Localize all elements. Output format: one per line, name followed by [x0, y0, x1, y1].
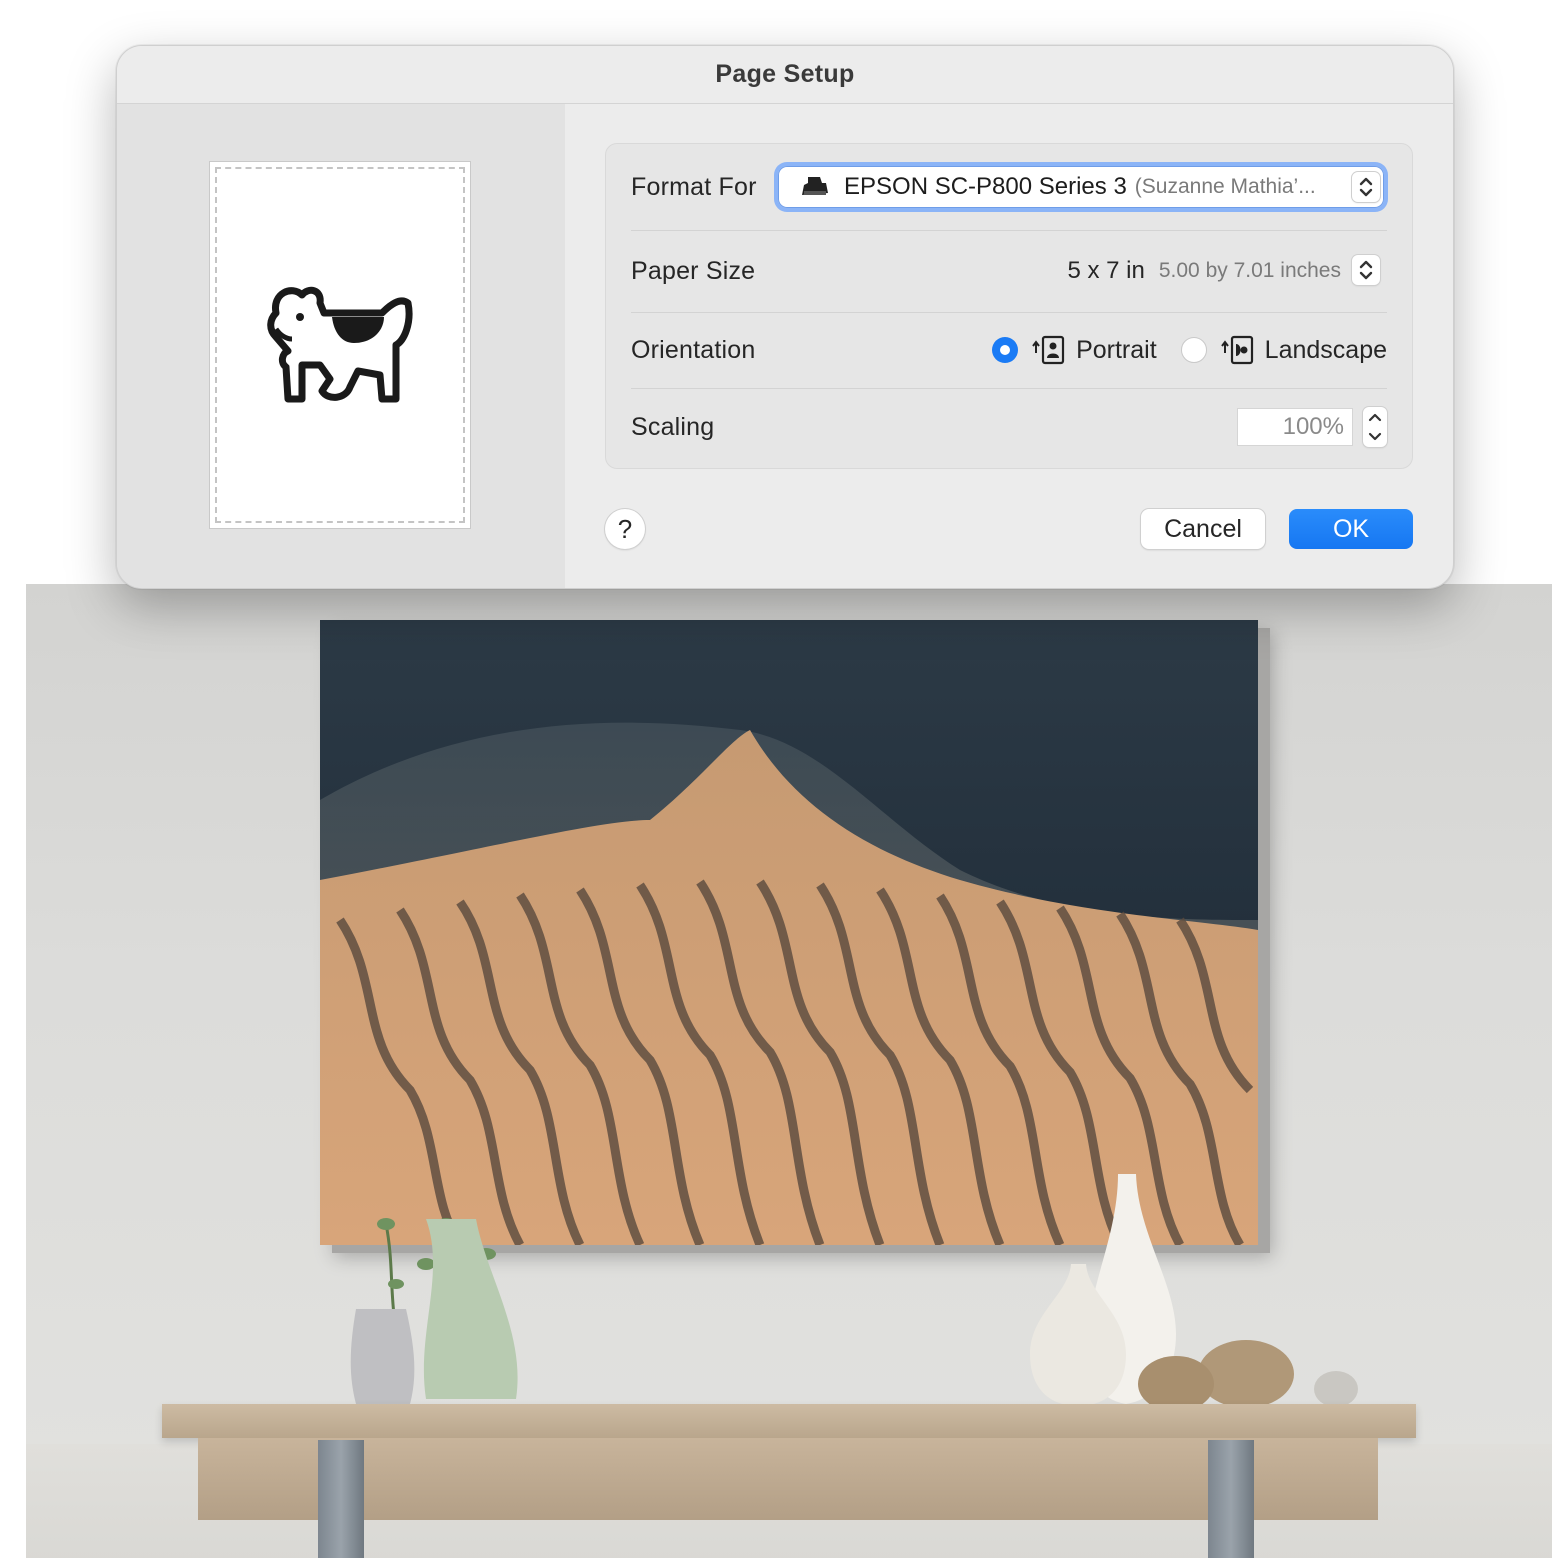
background-photo [26, 584, 1552, 1558]
portrait-orientation-icon [1032, 335, 1065, 365]
orientation-landscape-option[interactable]: Landscape [1180, 335, 1387, 365]
dialog-titlebar: Page Setup [117, 46, 1453, 104]
white-vases-baskets [1030, 1174, 1358, 1412]
page-setup-dialog: Page Setup Format For EPSON SC-P800 Seri… [116, 45, 1454, 589]
orientation-label: Orientation [631, 335, 756, 364]
dialog-title: Page Setup [715, 60, 855, 88]
portrait-label: Portrait [1076, 335, 1157, 364]
chevron-updown-icon [1359, 260, 1373, 280]
portrait-radio[interactable] [992, 337, 1019, 363]
paper-size-value: 5 x 7 in [1067, 257, 1145, 284]
orientation-portrait-option[interactable]: Portrait [992, 335, 1157, 365]
chevron-up-icon[interactable] [1368, 412, 1382, 422]
scaling-input[interactable]: 100% [1237, 408, 1353, 446]
printer-icon [802, 177, 828, 195]
shelf-leg-left [318, 1440, 364, 1558]
landscape-orientation-icon [1220, 335, 1253, 365]
scaling-label: Scaling [631, 412, 715, 441]
printer-owner: (Suzanne Mathia’... [1134, 175, 1316, 198]
help-button[interactable]: ? [605, 509, 645, 549]
settings-panel: Format For EPSON SC-P800 Series 3 (Suzan… [605, 143, 1413, 469]
paper-size-popup-arrows[interactable] [1352, 255, 1380, 285]
format-for-label: Format For [631, 172, 757, 201]
scaling-row: Scaling 100% [631, 388, 1387, 466]
shelf [162, 1404, 1416, 1438]
dune-photo [320, 620, 1258, 1245]
shelf-front [198, 1438, 1378, 1520]
landscape-radio[interactable] [1180, 337, 1207, 363]
scaling-stepper[interactable] [1363, 407, 1387, 447]
paper-preview [209, 161, 471, 529]
paper-size-row: Paper Size 5 x 7 in 5.00 by 7.01 inches [631, 230, 1387, 313]
chevron-updown-icon [1359, 177, 1373, 197]
dune-canvas-print [320, 620, 1258, 1245]
cancel-button[interactable]: Cancel [1141, 509, 1265, 549]
plant-vases [350, 1218, 518, 1404]
paper-size-detail: 5.00 by 7.01 inches [1158, 259, 1341, 282]
paper-size-label: Paper Size [631, 256, 756, 285]
dogcow-icon [267, 286, 413, 403]
format-for-popup-arrows[interactable] [1352, 172, 1380, 202]
paper-size-popup[interactable]: 5 x 7 in 5.00 by 7.01 inches [1067, 257, 1387, 285]
orientation-row: Orientation Portrait Landscape [631, 312, 1387, 389]
page-preview-pane [117, 104, 565, 588]
ok-button[interactable]: OK [1289, 509, 1413, 549]
landscape-label: Landscape [1264, 335, 1387, 364]
chevron-down-icon[interactable] [1368, 432, 1382, 442]
shelf-leg-right [1208, 1440, 1254, 1558]
printer-name: EPSON SC-P800 Series 3 [844, 173, 1127, 200]
format-for-popup[interactable]: EPSON SC-P800 Series 3 (Suzanne Mathia’.… [778, 166, 1384, 208]
